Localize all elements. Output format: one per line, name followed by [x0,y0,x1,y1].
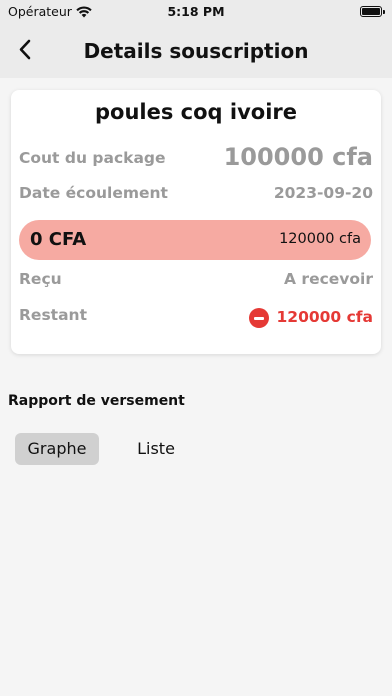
received-value: A recevoir [284,270,373,288]
cost-label: Cout du package [19,149,166,167]
remaining-label: Restant [19,306,87,324]
total-amount: 120000 cfa [279,231,361,247]
received-label: Reçu [19,270,62,288]
tab-graph[interactable]: Graphe [15,433,99,465]
date-value: 2023-09-20 [273,184,373,202]
navigation-bar: Details souscription [0,24,392,78]
cost-value: 100000 cfa [223,143,373,171]
date-label: Date écoulement [19,184,168,202]
paid-amount: 0 CFA [30,229,87,250]
report-section-title: Rapport de versement [8,393,185,409]
package-name: poules coq ivoire [95,100,297,124]
subscription-card: poules coq ivoire Cout du package 100000… [11,90,381,354]
status-bar: Opérateur 5:18 PM [0,0,392,24]
tab-list[interactable]: Liste [124,433,188,465]
page-title: Details souscription [83,39,309,63]
battery-icon [360,6,385,17]
status-time: 5:18 PM [167,4,225,19]
payment-progress-bar: 0 CFA 120000 cfa [19,220,371,260]
remaining-group: 120000 cfa [249,306,373,330]
remaining-value: 120000 cfa [276,308,374,326]
minus-circle-icon [249,308,269,328]
